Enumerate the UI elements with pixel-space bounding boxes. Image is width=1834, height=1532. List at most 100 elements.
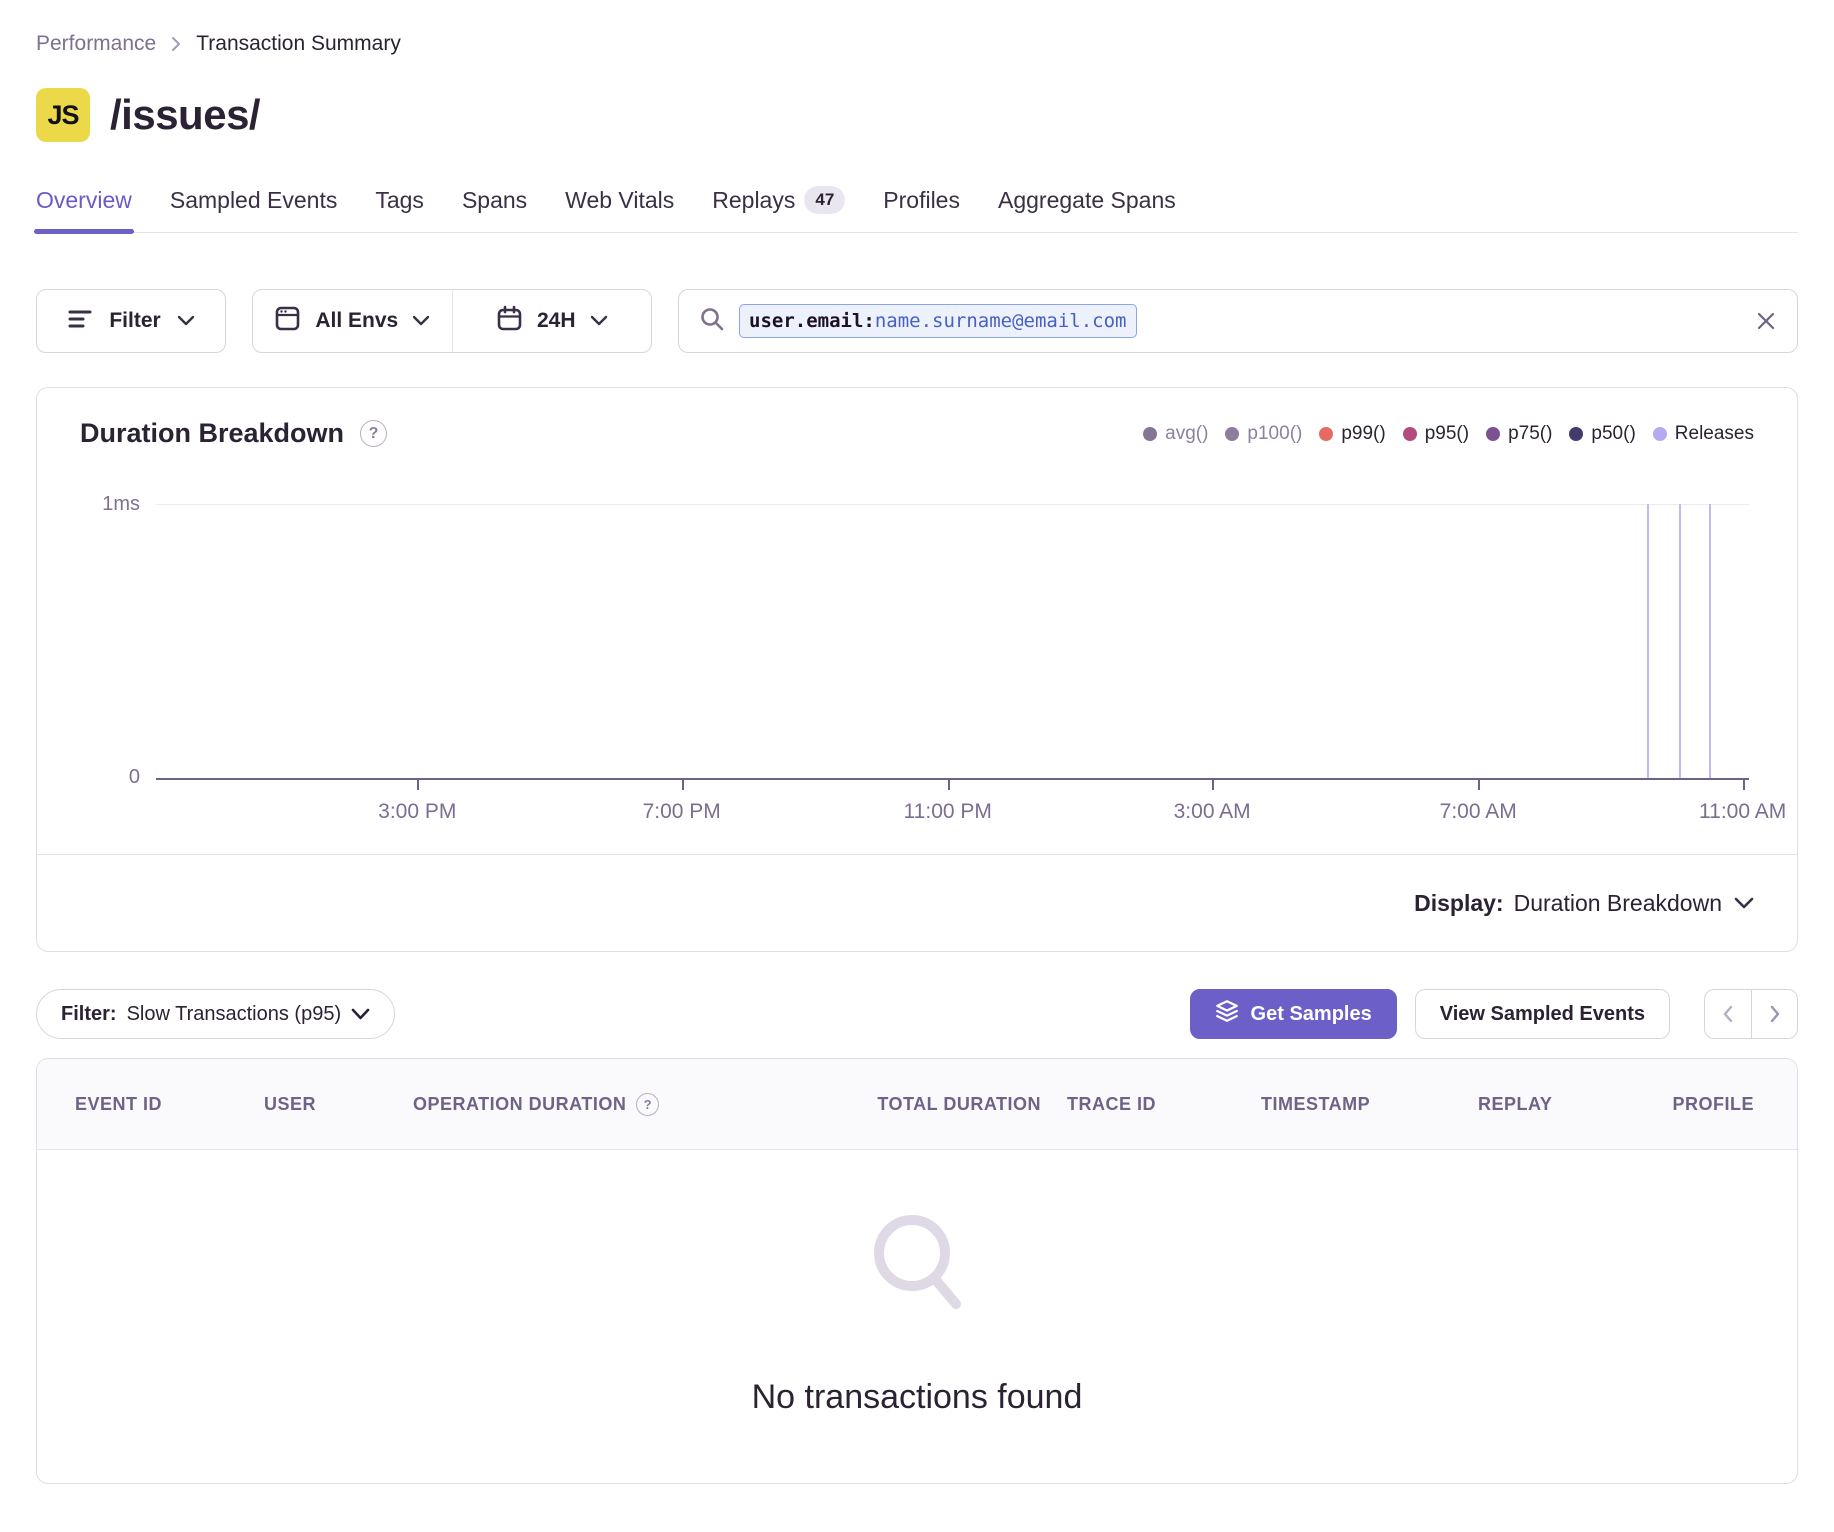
breadcrumb-performance[interactable]: Performance — [36, 32, 156, 56]
filter-lines-icon — [67, 308, 93, 335]
column-header-event-id: EVENT ID — [75, 1094, 264, 1115]
tab-aggregate-spans[interactable]: Aggregate Spans — [998, 187, 1176, 232]
legend-item-avg[interactable]: avg() — [1143, 423, 1208, 445]
transaction-filter-selector[interactable]: Filter: Slow Transactions (p95) — [36, 989, 395, 1039]
release-line — [1647, 504, 1649, 778]
search-query: user.email:name.surname@email.com — [739, 304, 1741, 338]
y-axis-label-min: 0 — [129, 766, 140, 789]
column-header-operation-duration: OPERATION DURATION? — [413, 1093, 713, 1116]
tab-label: Replays — [712, 187, 795, 214]
x-axis-tick-label: 11:00 AM — [1699, 800, 1786, 824]
legend-item-p95[interactable]: p95() — [1403, 423, 1469, 445]
column-header-label: TIMESTAMP — [1261, 1094, 1370, 1115]
calendar-icon — [496, 305, 523, 337]
legend-dot — [1486, 427, 1500, 441]
x-axis-tick-label: 3:00 PM — [378, 800, 456, 824]
tab-sampled-events[interactable]: Sampled Events — [170, 187, 337, 232]
duration-breakdown-panel: Duration Breakdown ? avg() p100() p99() p95… — [36, 387, 1798, 952]
x-axis-tick — [1212, 780, 1214, 790]
legend-dot — [1653, 427, 1667, 441]
previous-page-button[interactable] — [1704, 989, 1751, 1039]
column-header-label: PROFILE — [1672, 1094, 1754, 1115]
environment-selector[interactable]: All Envs — [253, 290, 452, 352]
empty-state-text: No transactions found — [752, 1378, 1083, 1417]
help-icon[interactable]: ? — [636, 1093, 659, 1116]
legend-label: p95() — [1425, 423, 1469, 445]
legend-item-p50[interactable]: p50() — [1569, 423, 1635, 445]
display-label: Display: — [1414, 890, 1503, 917]
env-time-group: All Envs 24H — [252, 289, 652, 353]
release-line — [1679, 504, 1681, 778]
legend-dot — [1403, 427, 1417, 441]
next-page-button[interactable] — [1751, 989, 1798, 1039]
clear-search-icon[interactable] — [1755, 310, 1777, 332]
x-axis-tick — [417, 780, 419, 790]
tab-profiles[interactable]: Profiles — [883, 187, 960, 232]
x-axis-tick-label: 7:00 PM — [643, 800, 721, 824]
column-header-label: TRACE ID — [1067, 1094, 1156, 1115]
x-axis — [156, 778, 1749, 780]
column-header-total-duration: TOTAL DURATION — [713, 1094, 1067, 1115]
chart-legend: avg() p100() p99() p95() p75() p50() Releases — [1143, 423, 1754, 445]
search-token-key: user.email: — [749, 310, 875, 332]
tab-label: Spans — [462, 187, 527, 214]
chart-title: Duration Breakdown — [80, 418, 344, 449]
window-icon — [274, 305, 301, 337]
column-header-label: EVENT ID — [75, 1094, 162, 1115]
view-sampled-events-button[interactable]: View Sampled Events — [1415, 989, 1670, 1039]
search-token[interactable]: user.email:name.surname@email.com — [739, 304, 1137, 338]
tab-spans[interactable]: Spans — [462, 187, 527, 232]
time-range-selector[interactable]: 24H — [453, 290, 652, 352]
search-input[interactable]: user.email:name.surname@email.com — [678, 289, 1798, 353]
tab-tags[interactable]: Tags — [375, 187, 424, 232]
tab-count-badge: 47 — [804, 186, 845, 214]
transactions-table: EVENT IDUSEROPERATION DURATION?TOTAL DUR… — [36, 1058, 1798, 1484]
time-range-label: 24H — [537, 309, 576, 333]
get-samples-label: Get Samples — [1251, 1003, 1372, 1026]
chevron-down-icon — [412, 315, 430, 327]
tab-web-vitals[interactable]: Web Vitals — [565, 187, 674, 232]
legend-item-Releases[interactable]: Releases — [1653, 423, 1754, 445]
x-axis-tick-label: 7:00 AM — [1440, 800, 1517, 824]
legend-label: p50() — [1591, 423, 1635, 445]
empty-state: No transactions found — [37, 1150, 1797, 1483]
transaction-summary-page: Performance Transaction Summary JS /issu… — [0, 0, 1834, 1484]
legend-item-p99[interactable]: p99() — [1319, 423, 1385, 445]
column-header-label: OPERATION DURATION — [413, 1094, 626, 1115]
help-icon[interactable]: ? — [360, 420, 387, 447]
chart-footer: Display: Duration Breakdown — [37, 854, 1797, 951]
legend-item-p75[interactable]: p75() — [1486, 423, 1552, 445]
chevron-down-icon — [590, 315, 608, 327]
legend-dot — [1143, 427, 1157, 441]
column-header-trace-id: TRACE ID — [1067, 1094, 1261, 1115]
tab-replays[interactable]: Replays 47 — [712, 186, 845, 232]
legend-item-p100[interactable]: p100() — [1225, 423, 1302, 445]
legend-dot — [1569, 427, 1583, 441]
column-header-replay: REPLAY — [1478, 1094, 1638, 1115]
get-samples-button[interactable]: Get Samples — [1190, 989, 1397, 1039]
display-value: Duration Breakdown — [1514, 890, 1722, 917]
tab-label: Web Vitals — [565, 187, 674, 214]
tab-label: Profiles — [883, 187, 960, 214]
x-axis-tick — [1743, 780, 1745, 790]
table-header-row: EVENT IDUSEROPERATION DURATION?TOTAL DUR… — [37, 1059, 1797, 1150]
breadcrumb: Performance Transaction Summary — [36, 0, 1798, 56]
search-icon — [699, 306, 725, 337]
tab-overview[interactable]: Overview — [36, 187, 132, 232]
tab-label: Aggregate Spans — [998, 187, 1176, 214]
legend-label: avg() — [1165, 423, 1208, 445]
legend-dot — [1225, 427, 1239, 441]
column-header-label: REPLAY — [1478, 1094, 1552, 1115]
x-axis-tick-label: 11:00 PM — [904, 800, 992, 824]
environment-label: All Envs — [315, 309, 398, 333]
tab-label: Overview — [36, 187, 132, 214]
magnifier-empty-icon — [862, 1209, 972, 1334]
x-axis-tick-label: 3:00 AM — [1174, 800, 1251, 824]
display-selector[interactable]: Duration Breakdown — [1514, 890, 1754, 917]
page-header: JS /issues/ — [36, 88, 1798, 142]
filter-button-label: Filter — [109, 309, 160, 333]
x-axis-tick — [1478, 780, 1480, 790]
y-axis-label-max: 1ms — [102, 493, 140, 516]
platform-icon-javascript: JS — [36, 88, 90, 142]
filter-button[interactable]: Filter — [36, 289, 226, 353]
